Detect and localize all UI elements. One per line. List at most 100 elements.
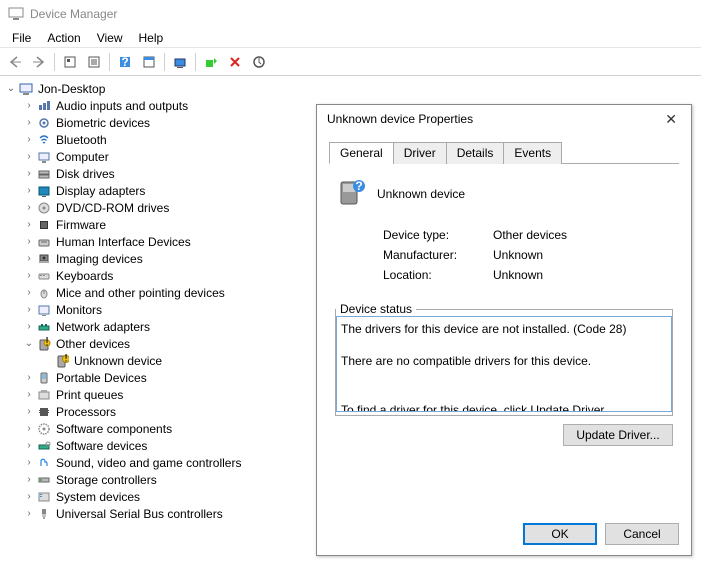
device-status-text[interactable] bbox=[336, 316, 672, 412]
menu-help[interactable]: Help bbox=[131, 29, 172, 47]
separator bbox=[195, 53, 196, 71]
titlebar: Device Manager bbox=[0, 0, 701, 28]
chevron-right-icon[interactable]: › bbox=[22, 219, 36, 230]
show-hidden-button[interactable] bbox=[59, 51, 81, 73]
category-icon bbox=[36, 149, 52, 165]
dialog-titlebar[interactable]: Unknown device Properties ✕ bbox=[317, 105, 691, 133]
forward-button[interactable] bbox=[28, 51, 50, 73]
svg-text:!: ! bbox=[64, 354, 67, 365]
tree-item-label: Processors bbox=[56, 405, 116, 419]
tree-item-label: Network adapters bbox=[56, 320, 150, 334]
category-icon bbox=[36, 217, 52, 233]
chevron-right-icon[interactable]: › bbox=[22, 406, 36, 417]
chevron-right-icon[interactable]: › bbox=[22, 100, 36, 111]
chevron-right-icon[interactable]: › bbox=[22, 440, 36, 451]
tree-item-label: Keyboards bbox=[56, 269, 113, 283]
uninstall-button[interactable] bbox=[224, 51, 246, 73]
enable-device-button[interactable] bbox=[200, 51, 222, 73]
category-icon bbox=[36, 506, 52, 522]
category-icon bbox=[36, 438, 52, 454]
chevron-right-icon[interactable]: › bbox=[22, 253, 36, 264]
separator bbox=[109, 53, 110, 71]
back-button[interactable] bbox=[4, 51, 26, 73]
value-location: Unknown bbox=[493, 268, 543, 288]
chevron-right-icon[interactable]: › bbox=[22, 185, 36, 196]
menu-action[interactable]: Action bbox=[39, 29, 88, 47]
chevron-right-icon[interactable]: › bbox=[22, 168, 36, 179]
chevron-right-icon[interactable]: › bbox=[22, 423, 36, 434]
svg-text:!: ! bbox=[45, 337, 48, 349]
chevron-right-icon[interactable]: › bbox=[22, 389, 36, 400]
tree-item-label: Disk drives bbox=[56, 167, 115, 181]
computer-icon bbox=[18, 81, 34, 97]
tree-root-label: Jon-Desktop bbox=[38, 82, 105, 96]
tree-item-label: Human Interface Devices bbox=[56, 235, 191, 249]
close-button[interactable]: ✕ bbox=[661, 111, 681, 128]
tree-item-label: Storage controllers bbox=[56, 473, 157, 487]
cancel-button[interactable]: Cancel bbox=[605, 523, 679, 545]
properties-button[interactable] bbox=[83, 51, 105, 73]
chevron-right-icon[interactable]: › bbox=[22, 270, 36, 281]
dialog-footer: OK Cancel bbox=[317, 513, 691, 555]
tree-root[interactable]: ⌄ Jon-Desktop bbox=[4, 80, 701, 97]
chevron-right-icon[interactable]: › bbox=[22, 287, 36, 298]
category-icon bbox=[36, 370, 52, 386]
category-icon bbox=[36, 489, 52, 505]
update-driver-dialog-button[interactable]: Update Driver... bbox=[563, 424, 673, 446]
category-icon bbox=[36, 183, 52, 199]
chevron-right-icon[interactable]: › bbox=[22, 474, 36, 485]
update-driver-button[interactable] bbox=[169, 51, 191, 73]
tree-item-label: Firmware bbox=[56, 218, 106, 232]
category-icon bbox=[36, 234, 52, 250]
view-button[interactable] bbox=[138, 51, 160, 73]
tree-item-label: Audio inputs and outputs bbox=[56, 99, 188, 113]
tabstrip: General Driver Details Events bbox=[329, 141, 679, 164]
category-icon bbox=[36, 251, 52, 267]
tree-item-label: Mice and other pointing devices bbox=[56, 286, 225, 300]
chevron-right-icon[interactable]: › bbox=[22, 372, 36, 383]
tab-events[interactable]: Events bbox=[503, 142, 562, 164]
device-status-group: Device status bbox=[335, 302, 673, 416]
chevron-right-icon[interactable]: › bbox=[22, 304, 36, 315]
category-icon bbox=[36, 319, 52, 335]
category-icon bbox=[36, 404, 52, 420]
chevron-right-icon[interactable]: › bbox=[22, 457, 36, 468]
chevron-right-icon[interactable]: › bbox=[22, 134, 36, 145]
unknown-device-icon: ! bbox=[54, 353, 70, 369]
tree-item-label: Biometric devices bbox=[56, 116, 150, 130]
chevron-down-icon[interactable]: ⌄ bbox=[22, 338, 36, 349]
tree-item-label: Bluetooth bbox=[56, 133, 107, 147]
tree-item-label: Software components bbox=[56, 422, 172, 436]
tree-item-label: Portable Devices bbox=[56, 371, 147, 385]
category-icon bbox=[36, 115, 52, 131]
category-icon bbox=[36, 268, 52, 284]
menu-file[interactable]: File bbox=[4, 29, 39, 47]
chevron-right-icon[interactable]: › bbox=[22, 491, 36, 502]
tree-item-label: Computer bbox=[56, 150, 109, 164]
tab-details[interactable]: Details bbox=[446, 142, 505, 164]
chevron-right-icon[interactable]: › bbox=[22, 236, 36, 247]
chevron-right-icon[interactable]: › bbox=[22, 151, 36, 162]
tab-driver[interactable]: Driver bbox=[393, 142, 447, 164]
chevron-right-icon[interactable]: › bbox=[22, 508, 36, 519]
tree-item-label: DVD/CD-ROM drives bbox=[56, 201, 169, 215]
toolbar: ? bbox=[0, 48, 701, 76]
category-icon bbox=[36, 285, 52, 301]
properties-dialog: Unknown device Properties ✕ General Driv… bbox=[316, 104, 692, 556]
category-icon bbox=[36, 302, 52, 318]
help-button[interactable]: ? bbox=[114, 51, 136, 73]
category-icon bbox=[36, 472, 52, 488]
chevron-right-icon[interactable]: › bbox=[22, 202, 36, 213]
chevron-right-icon[interactable]: › bbox=[22, 117, 36, 128]
menu-view[interactable]: View bbox=[89, 29, 131, 47]
ok-button[interactable]: OK bbox=[523, 523, 597, 545]
tree-item-label: Unknown device bbox=[74, 354, 162, 368]
label-manufacturer: Manufacturer: bbox=[383, 248, 493, 268]
chevron-down-icon[interactable]: ⌄ bbox=[4, 83, 18, 94]
category-icon bbox=[36, 455, 52, 471]
category-icon bbox=[36, 387, 52, 403]
chevron-right-icon[interactable]: › bbox=[22, 321, 36, 332]
tab-general[interactable]: General bbox=[329, 142, 394, 164]
scan-hardware-button[interactable] bbox=[248, 51, 270, 73]
svg-text:?: ? bbox=[355, 179, 362, 193]
